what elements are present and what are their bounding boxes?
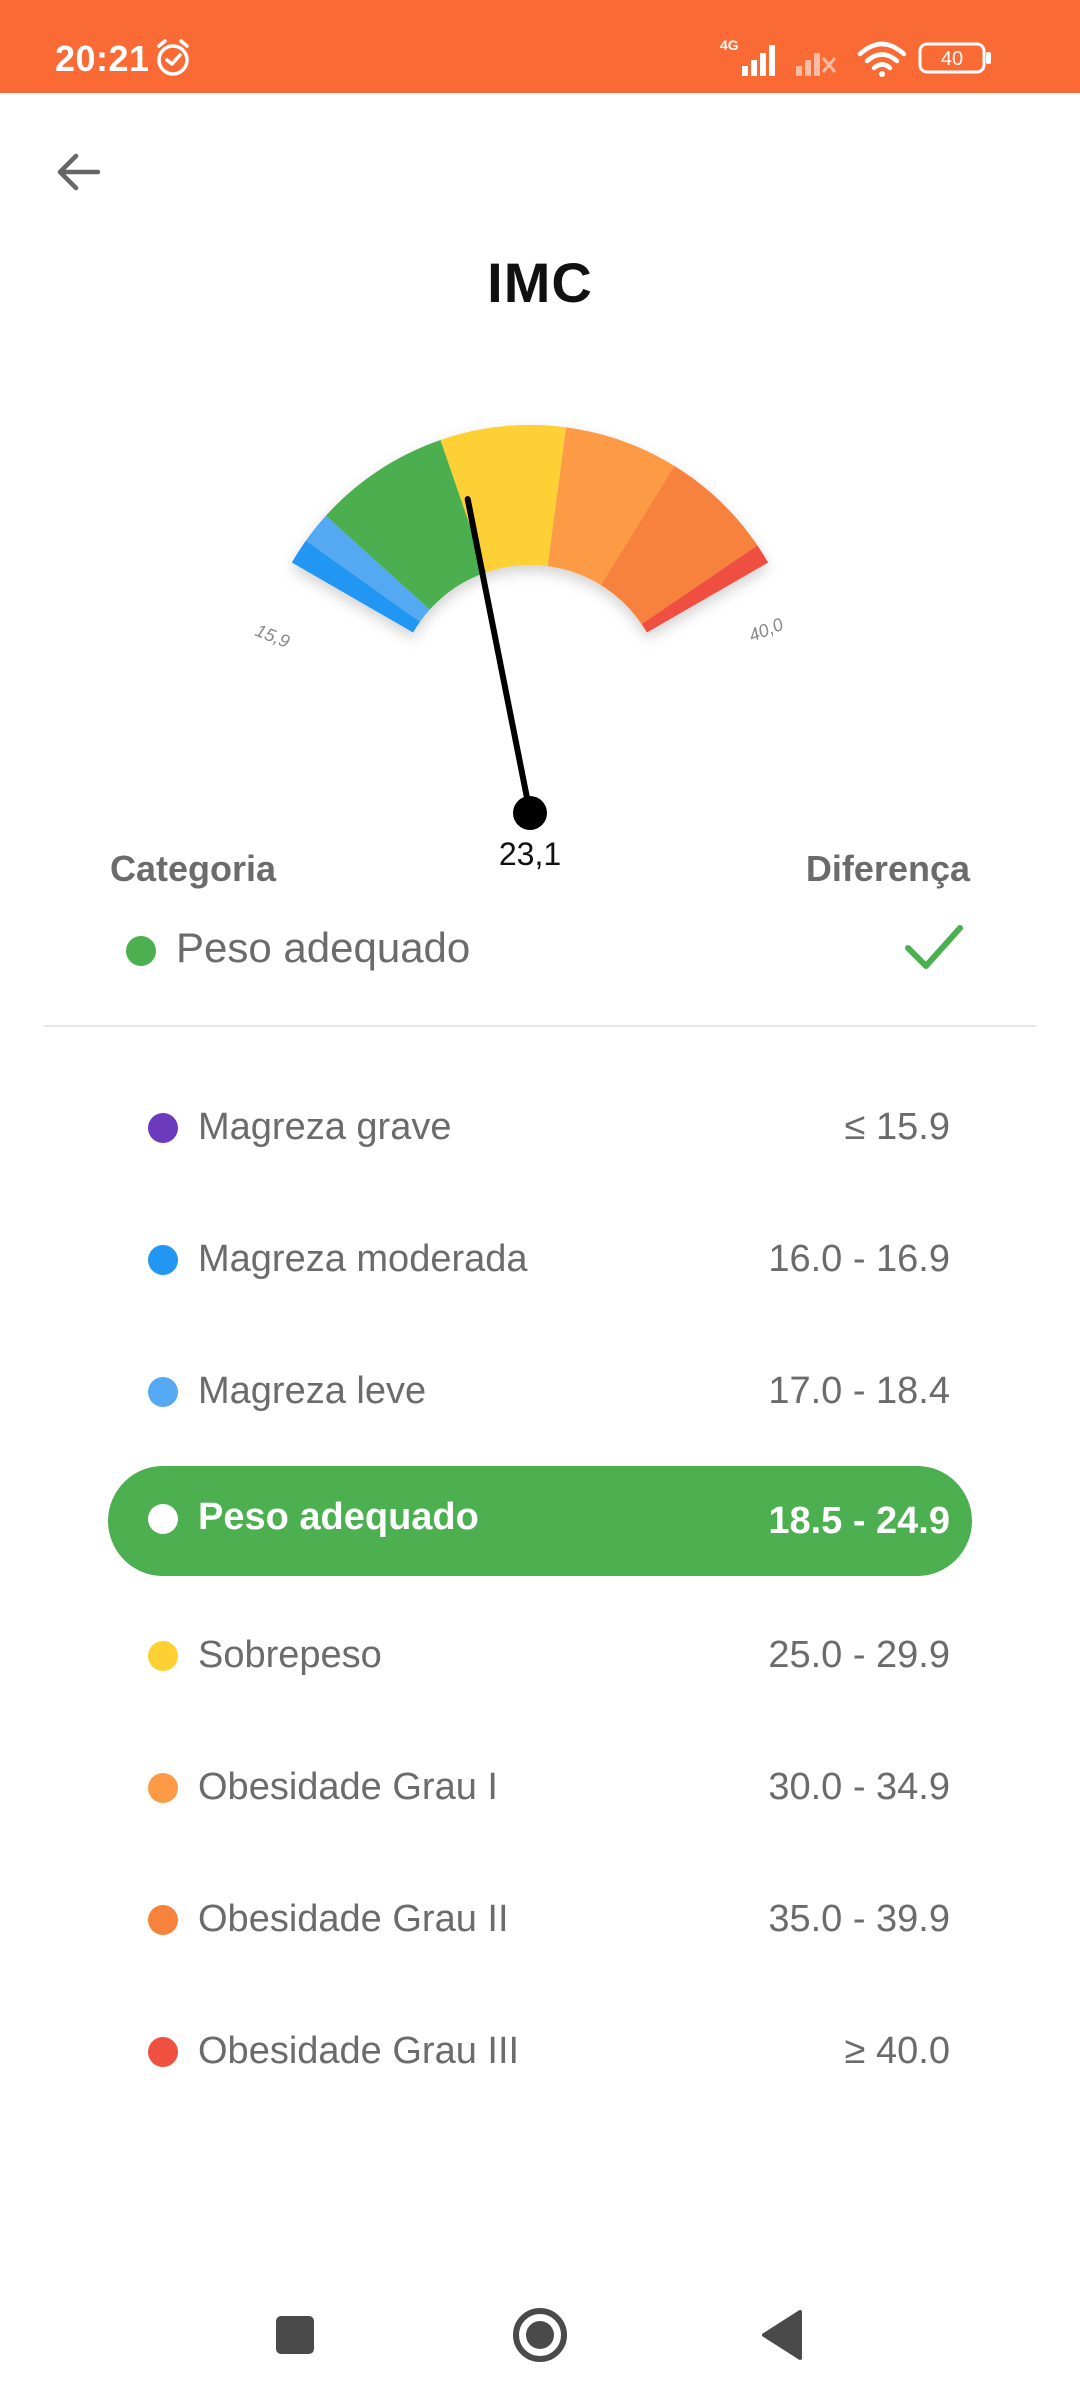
- alarm-icon: [153, 38, 193, 78]
- bmi-range-list: Magreza grave ≤ 15.9 Magreza moderada 16.0 …: [108, 1090, 972, 2146]
- range-value: 16.0 - 16.9: [768, 1238, 950, 1280]
- range-item: Sobrepeso 25.0 - 29.9: [108, 1618, 972, 1750]
- category-header: Categoria: [110, 848, 277, 889]
- range-label: Magreza leve: [198, 1370, 427, 1412]
- divider: [44, 1025, 1036, 1027]
- range-label: Obesidade Grau III: [198, 2030, 520, 2072]
- range-item: Obesidade Grau II 35.0 - 39.9: [108, 1882, 972, 2014]
- network-type-label: 4G: [720, 37, 739, 53]
- battery-level: 40: [941, 48, 963, 70]
- home-button[interactable]: [505, 2300, 575, 2370]
- range-item: Obesidade Grau I 30.0 - 34.9: [108, 1750, 972, 1882]
- home-circle-icon: [513, 2308, 567, 2362]
- range-value: ≥ 40.0: [844, 2030, 950, 2072]
- summary-header: Categoria Diferença: [110, 848, 970, 892]
- page-title: IMC: [487, 251, 593, 314]
- current-category-dot: [126, 936, 156, 966]
- range-value: 17.0 - 18.4: [768, 1370, 950, 1412]
- range-item: Peso adequado 18.5 - 24.9: [108, 1466, 972, 1618]
- system-nav-bar: [0, 2270, 1080, 2400]
- range-value: ≤ 15.9: [844, 1106, 950, 1148]
- range-item: Obesidade Grau III ≥ 40.0: [108, 2014, 972, 2146]
- status-bar: 20:21 4G 40: [0, 0, 1080, 93]
- range-item: Magreza grave ≤ 15.9: [108, 1090, 972, 1222]
- range-color-dot: [148, 1377, 178, 1407]
- back-triangle-icon: [762, 2310, 802, 2360]
- status-icons: 4G 40: [720, 36, 1020, 80]
- range-color-dot: [148, 2037, 178, 2067]
- arrow-left-icon: [57, 153, 101, 191]
- current-category-label: Peso adequado: [176, 924, 471, 971]
- range-label: Peso adequado: [198, 1496, 479, 1538]
- bmi-gauge: 15,9 40,0 23,1: [240, 380, 840, 872]
- range-label: Magreza grave: [198, 1106, 452, 1148]
- signal-off-icon: [796, 53, 837, 76]
- range-color-dot: [148, 1504, 178, 1534]
- check-icon: [902, 920, 966, 976]
- signal-icon: 4G: [720, 37, 775, 76]
- range-value: 25.0 - 29.9: [768, 1634, 950, 1676]
- gauge-hub: [513, 796, 547, 830]
- range-label: Sobrepeso: [198, 1634, 382, 1676]
- range-color-dot: [148, 1773, 178, 1803]
- range-color-dot: [148, 1641, 178, 1671]
- gauge-min-label: 15,9: [253, 620, 293, 652]
- range-label: Obesidade Grau II: [198, 1898, 509, 1940]
- range-item: Magreza moderada 16.0 - 16.9: [108, 1222, 972, 1354]
- range-value: 18.5 - 24.9: [768, 1500, 950, 1542]
- recents-square-icon: [276, 2316, 314, 2354]
- range-value: 30.0 - 34.9: [768, 1766, 950, 1808]
- back-button[interactable]: [46, 140, 110, 204]
- difference-header: Diferença: [805, 848, 970, 889]
- range-value: 35.0 - 39.9: [768, 1898, 950, 1940]
- recents-button[interactable]: [260, 2300, 330, 2370]
- battery-icon: 40: [918, 42, 991, 74]
- system-back-button[interactable]: [750, 2300, 820, 2370]
- range-label: Magreza moderada: [198, 1238, 528, 1280]
- range-color-dot: [148, 1245, 178, 1275]
- gauge-max-label: 40,0: [746, 614, 786, 646]
- wifi-icon: [857, 41, 907, 77]
- current-category-row: Peso adequado: [126, 920, 970, 980]
- range-color-dot: [148, 1905, 178, 1935]
- range-label: Obesidade Grau I: [198, 1766, 498, 1808]
- range-color-dot: [148, 1113, 178, 1143]
- status-time: 20:21: [55, 38, 150, 79]
